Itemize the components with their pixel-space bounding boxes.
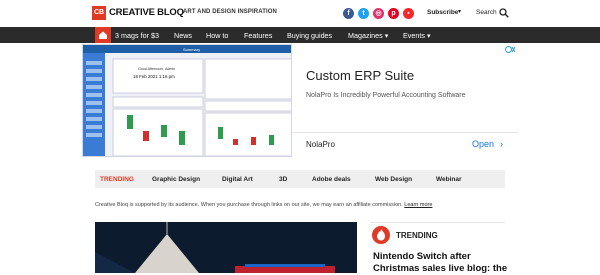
adchoices-icon[interactable] xyxy=(505,45,517,54)
nav-item-magazines[interactable]: Magazines ▾ xyxy=(348,31,388,40)
chevron-down-icon[interactable]: ▾ xyxy=(458,8,461,15)
ad-open-button[interactable]: Open xyxy=(472,139,494,149)
ad-description[interactable]: NolaPro Is Incredibly Powerful Accountin… xyxy=(306,92,466,99)
flame-icon xyxy=(377,229,385,241)
nav-home-button[interactable] xyxy=(95,27,111,43)
facebook-icon[interactable]: f xyxy=(343,8,354,19)
trending-link-adobe-deals[interactable]: Adobe deals xyxy=(312,176,351,183)
nav-item-how-to[interactable]: How to xyxy=(206,31,228,40)
nav-item-events[interactable]: Events ▾ xyxy=(403,31,431,40)
trending-link-graphic-design[interactable]: Graphic Design xyxy=(152,176,200,183)
pinterest-icon[interactable]: p xyxy=(388,8,399,19)
nav-item-news[interactable]: News xyxy=(174,31,192,40)
ad-headline[interactable]: Custom ERP Suite xyxy=(306,68,414,83)
ad-app-user: Good Afternoon, Admin xyxy=(138,67,175,71)
ad-brand[interactable]: NolaPro xyxy=(306,140,335,149)
search-button[interactable]: Search xyxy=(476,9,497,16)
ad-app-title: Summary xyxy=(183,47,200,52)
trending-link-webinar[interactable]: Webinar xyxy=(436,176,462,183)
trending-link-web-design[interactable]: Web Design xyxy=(375,176,412,183)
trending-badge xyxy=(372,226,390,244)
ad-screenshot-image[interactable]: Summary Good Afternoon, Admin 18 Feb 202… xyxy=(82,44,292,157)
learn-more-link[interactable]: Learn more xyxy=(404,202,432,208)
trending-link-3d[interactable]: 3D xyxy=(279,176,287,183)
instagram-icon[interactable]: ◎ xyxy=(373,8,384,19)
chevron-right-icon[interactable]: › xyxy=(500,139,503,149)
trending-label: TRENDING xyxy=(100,176,134,183)
disclaimer-text: Creative Bloq is supported by its audien… xyxy=(95,202,403,208)
sidebar-trending-label: TRENDING xyxy=(396,231,438,240)
nav-item-buying-guides[interactable]: Buying guides xyxy=(287,31,332,40)
logo-mark[interactable]: CB xyxy=(92,6,106,20)
nav-item-3-mags[interactable]: 3 mags for $3 xyxy=(115,31,159,40)
site-header xyxy=(0,0,600,27)
site-tagline: ART AND DESIGN INSPIRATION xyxy=(183,9,277,15)
trending-article-headline[interactable]: Nintendo Switch after Christmas sales li… xyxy=(373,251,508,275)
ad-app-date: 18 Feb 2021 1:16 pm xyxy=(133,74,175,79)
affiliate-disclaimer: Creative Bloq is supported by its audien… xyxy=(95,202,432,208)
sidebar-divider xyxy=(371,222,505,223)
home-icon xyxy=(99,31,107,39)
logo-text[interactable]: CREATIVE BLOQ xyxy=(109,7,184,18)
search-icon[interactable] xyxy=(499,8,509,18)
nav-item-features[interactable]: Features xyxy=(244,31,272,40)
flipboard-icon[interactable]: ▪ xyxy=(403,8,414,19)
twitter-icon[interactable]: t xyxy=(358,8,369,19)
trending-link-digital-art[interactable]: Digital Art xyxy=(222,176,253,183)
hero-image[interactable] xyxy=(95,222,357,273)
subscribe-button[interactable]: Subscribe xyxy=(427,9,458,16)
